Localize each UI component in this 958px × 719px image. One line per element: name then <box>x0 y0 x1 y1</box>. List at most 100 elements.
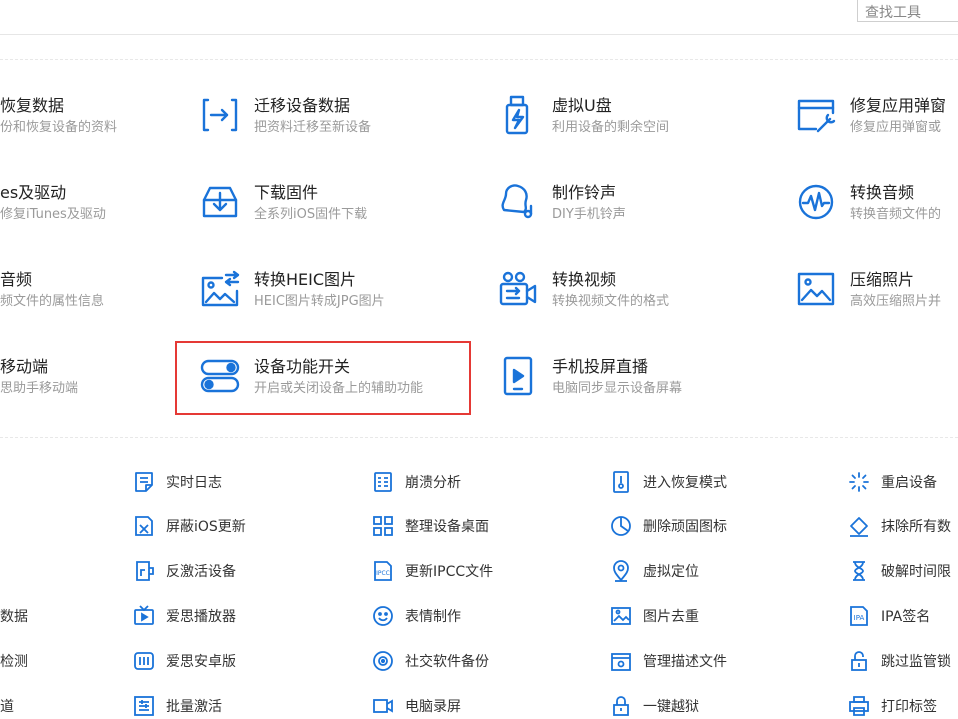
unlock-icon <box>848 650 870 672</box>
ipcc-icon: IPCC <box>372 560 394 582</box>
ipa-icon: IPA <box>848 605 870 627</box>
tool-title: es及驱动 <box>0 183 67 202</box>
tool-subtitle: 思助手移动端 <box>0 381 79 396</box>
small-tool-label: 检测 <box>0 654 28 670</box>
tool-screen-mirror[interactable]: 手机投屏直播 电脑同步显示设备屏幕 <box>498 356 798 416</box>
tool-subtitle: DIY手机铃声 <box>552 207 626 222</box>
top-bar: 查找工具 <box>0 0 958 35</box>
jailbreak-icon <box>610 695 632 717</box>
record-icon <box>372 695 394 717</box>
log-icon <box>133 471 155 493</box>
tool-compress-photo[interactable]: 压缩照片 高效压缩照片并 <box>796 269 958 329</box>
small-tool-label: 抹除所有数 <box>881 519 951 535</box>
tool-title: 转换视频 <box>552 270 617 289</box>
small-tool-label: 屏蔽iOS更新 <box>166 519 246 535</box>
tool-subtitle: 修复应用弹窗或 <box>850 120 942 135</box>
tool-subtitle: 开启或关闭设备上的辅助功能 <box>254 381 424 396</box>
small-tool-label: 整理设备桌面 <box>405 519 489 535</box>
small-tool-label: 爱思安卓版 <box>166 654 236 670</box>
divider <box>0 437 958 438</box>
small-tool-label: 实时日志 <box>166 475 222 491</box>
tool-title: 音频 <box>0 270 33 289</box>
audio-wave-icon <box>796 182 836 222</box>
tool-title: 压缩照片 <box>850 270 915 289</box>
emoji-icon <box>372 605 394 627</box>
small-tool-label: 电脑录屏 <box>405 699 461 715</box>
location-icon <box>610 560 632 582</box>
small-tool-label: 批量激活 <box>166 699 222 715</box>
small-tool-label: 数据 <box>0 609 28 625</box>
small-tool-label: 一键越狱 <box>643 699 699 715</box>
photo-icon <box>796 269 836 309</box>
svg-text:IPCC: IPCC <box>376 570 390 577</box>
tool-migrate-data[interactable]: 迁移设备数据 把资料迁移至新设备 <box>200 95 500 155</box>
tool-title: 转换HEIC图片 <box>254 270 357 289</box>
tool-subtitle: 转换音频文件的 <box>850 207 942 222</box>
tool-title: 转换音频 <box>850 183 915 202</box>
small-tool-label: 重启设备 <box>881 475 937 491</box>
small-tool-label: 崩溃分析 <box>405 475 461 491</box>
small-tool-label: 更新IPCC文件 <box>405 564 494 580</box>
small-tool-label: 表情制作 <box>405 609 461 625</box>
convert-video-icon <box>498 269 538 309</box>
small-tool-label: 破解时间限 <box>881 564 951 580</box>
tool-title: 手机投屏直播 <box>552 357 649 376</box>
small-tool-label: 进入恢复模式 <box>643 475 727 491</box>
crash-icon <box>372 471 394 493</box>
desktop-grid-icon <box>372 515 394 537</box>
tool-subtitle: 电脑同步显示设备屏幕 <box>552 381 683 396</box>
bell-icon <box>498 182 538 222</box>
deactivate-icon <box>133 560 155 582</box>
tool-title: 设备功能开关 <box>254 357 351 376</box>
small-tool-label: IPA签名 <box>881 609 931 625</box>
tool-make-ringtone[interactable]: 制作铃声 DIY手机铃声 <box>498 182 798 242</box>
tool-subtitle: 份和恢复设备的资料 <box>0 120 118 135</box>
tool-title: 虚拟U盘 <box>552 96 612 115</box>
tool-subtitle: HEIC图片转成JPG图片 <box>254 294 385 309</box>
small-tool-label: 跳过监管锁 <box>881 654 951 670</box>
small-tool-label: 爱思播放器 <box>166 609 236 625</box>
tool-title: 修复应用弹窗 <box>850 96 947 115</box>
tool-convert-heic[interactable]: 转换HEIC图片 HEIC图片转成JPG图片 <box>200 269 500 329</box>
tool-virtual-usb[interactable]: 虚拟U盘 利用设备的剩余空间 <box>498 95 798 155</box>
backup-icon <box>372 650 394 672</box>
player-icon <box>133 605 155 627</box>
profile-icon <box>610 650 632 672</box>
tool-convert-video[interactable]: 转换视频 转换视频文件的格式 <box>498 269 798 329</box>
android-icon <box>133 650 155 672</box>
toggle-icon <box>200 356 240 396</box>
tool-title: 移动端 <box>0 357 49 376</box>
tool-subtitle: 转换视频文件的格式 <box>552 294 670 309</box>
small-tool-label: 删除顽固图标 <box>643 519 727 535</box>
tool-title: 恢复数据 <box>0 96 65 115</box>
tool-title: 制作铃声 <box>552 183 617 202</box>
tool-title: 下载固件 <box>254 183 319 202</box>
erase-icon <box>848 515 870 537</box>
tool-subtitle: 把资料迁移至新设备 <box>254 120 372 135</box>
repair-window-icon <box>796 95 836 135</box>
batch-icon <box>133 695 155 717</box>
tool-subtitle: 利用设备的剩余空间 <box>552 120 670 135</box>
block-update-icon <box>133 515 155 537</box>
tool-device-feature-switch[interactable]: 设备功能开关 开启或关闭设备上的辅助功能 <box>200 356 500 416</box>
tool-convert-audio[interactable]: 转换音频 转换音频文件的 <box>796 182 958 242</box>
recovery-icon <box>610 471 632 493</box>
tool-subtitle: 修复iTunes及驱动 <box>0 207 106 222</box>
small-tool-label: 道 <box>0 699 14 715</box>
hourglass-icon <box>848 560 870 582</box>
image-dedupe-icon <box>610 605 632 627</box>
usb-drive-icon <box>498 95 538 135</box>
tool-repair-popup[interactable]: 修复应用弹窗 修复应用弹窗或 <box>796 95 958 155</box>
svg-text:IPA: IPA <box>854 614 865 622</box>
tool-subtitle: 全系列iOS固件下载 <box>254 207 368 222</box>
tool-subtitle: 频文件的属性信息 <box>0 294 105 309</box>
tool-download-firmware[interactable]: 下载固件 全系列iOS固件下载 <box>200 182 500 242</box>
small-tool-label: 社交软件备份 <box>405 654 489 670</box>
divider <box>0 59 958 60</box>
search-input[interactable]: 查找工具 <box>857 0 958 22</box>
migrate-icon <box>200 95 240 135</box>
delete-icon-icon <box>610 515 632 537</box>
convert-image-icon <box>200 269 240 309</box>
print-icon <box>848 695 870 717</box>
tool-subtitle: 高效压缩照片并 <box>850 294 942 309</box>
